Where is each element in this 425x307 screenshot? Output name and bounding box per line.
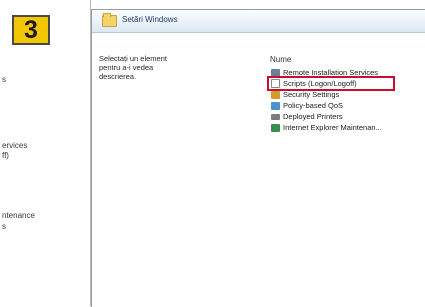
list-item-label: Internet Explorer Maintenan... [283,123,382,132]
printer-icon [271,113,280,120]
tree-item-fragment[interactable]: ntenance [2,211,35,220]
list-item-deployed-printers[interactable]: Deployed Printers [269,111,425,122]
tree-item-fragment[interactable]: s [2,75,6,84]
description-text: Selectați un element pentru a-i vedea de… [99,54,167,81]
list-item-label: Scripts (Logon/Logoff) [283,79,357,88]
qos-chart-icon [271,101,280,110]
list-item-label: Security Settings [283,90,340,99]
list-item-label: Policy-based QoS [283,101,344,110]
step-number-badge: 3 [12,15,50,45]
items-list: Remote Installation Services Scripts (Lo… [267,67,425,133]
list-item-internet-explorer-maintenance[interactable]: Internet Explorer Maintenan... [269,122,425,133]
details-header: Setări Windows [92,10,425,33]
remote-installation-icon [271,68,280,77]
details-pane: Setări Windows Selectați un element pent… [91,9,425,307]
tree-item-fragment[interactable]: ervices [2,141,27,150]
list-item-remote-installation-services[interactable]: Remote Installation Services [269,67,425,78]
script-document-icon [271,79,280,88]
list-item-label: Deployed Printers [283,112,343,121]
list-item-policy-based-qos[interactable]: Policy-based QoS [269,100,425,111]
tree-item-fragment[interactable]: s [2,222,6,231]
list-item-scripts-logon-logoff[interactable]: Scripts (Logon/Logoff) [267,76,395,91]
list-item-security-settings[interactable]: Security Settings [269,89,425,100]
security-settings-icon [271,90,280,99]
folder-icon [102,13,117,27]
details-title: Setări Windows [122,15,178,24]
column-header-name[interactable]: Nume [270,55,291,64]
left-tree-pane: 3 s ervices ff) ntenance s [0,0,91,306]
list-item-label: Remote Installation Services [283,68,379,77]
tree-item-fragment[interactable]: ff) [2,151,9,160]
internet-explorer-icon [271,123,280,132]
